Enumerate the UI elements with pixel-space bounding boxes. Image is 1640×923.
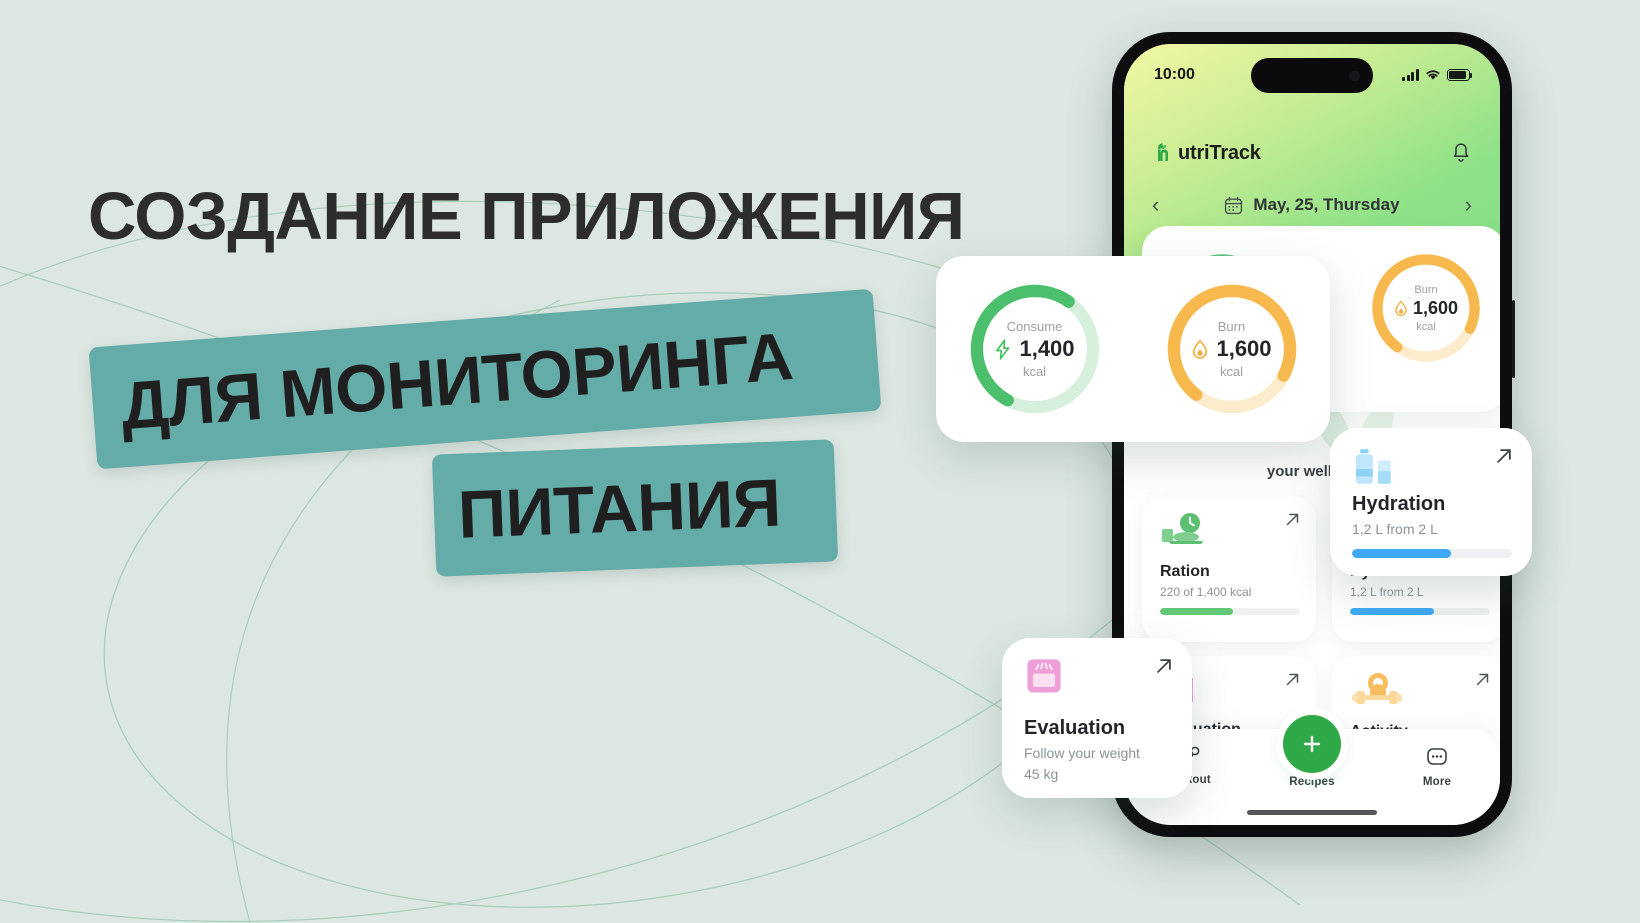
water-bottle-icon [1356,449,1391,484]
mini-card-subtitle: 1,2 L from 2 L [1350,585,1424,599]
burn-label: Burn [1217,319,1246,334]
arrow-up-right-icon[interactable] [1474,671,1491,688]
home-indicator [1247,810,1377,815]
mini-card-ration[interactable]: Ration 220 of 1,400 kcal [1142,496,1316,642]
burn-value-row: 1,600 [1191,336,1272,362]
floating-consume-ring: Consume 1,400 kcal [968,282,1102,416]
arrow-up-right-icon[interactable] [1494,446,1514,466]
date-text: May, 25, Thursday [1253,195,1400,214]
burn-value: 1,600 [1216,336,1272,361]
floating-card-subtitle: Follow your weight [1024,745,1140,761]
arrow-up-right-icon[interactable] [1284,671,1301,688]
floating-card-title: Hydration [1352,493,1446,515]
floating-card-weight: 45 kg [1024,766,1059,782]
plus-icon [1303,735,1321,753]
poster-headline-line1: СОЗДАНИЕ ПРИЛОЖЕНИЯ [88,179,965,254]
status-icons [1402,69,1473,81]
battery-icon [1447,69,1473,81]
floating-burn-ring: Burn 1,600 kcal [1165,282,1299,416]
burn-ring: Burn 1,600 kcal [1370,252,1482,364]
floating-hydration-card[interactable]: Hydration 1,2 L from 2 L [1330,428,1532,576]
date-navigator: ‹ May, 25, Thursday › [1124,190,1500,220]
burn-unit: kcal [1219,364,1244,379]
ellipsis-more-icon [1427,748,1447,765]
next-day-button[interactable]: › [1465,194,1472,216]
poster-headline-band-2: ПИТАНИЯ [431,439,839,577]
hydration-progress-bar [1352,549,1512,558]
wifi-icon [1426,70,1440,80]
mini-card-progress [1160,608,1300,615]
consume-unit: kcal [1022,364,1047,379]
flame-drop-icon [1395,299,1407,316]
mini-card-title: Ration [1160,563,1210,580]
brand-name: utriTrack [1178,141,1261,164]
kettlebell-dumbbell-icon [1352,673,1402,704]
scale-icon [1027,659,1061,693]
floating-card-title: Evaluation [1024,717,1126,739]
burn-value-row: 1,600 [1394,298,1458,319]
arrow-up-right-icon[interactable] [1154,656,1174,676]
poster-canvas: СОЗДАНИЕ ПРИЛОЖЕНИЯ ДЛЯ МОНИТОРИНГА ПИТА… [0,0,1640,923]
burn-label: Burn [1414,283,1438,296]
poster-headline-line3: ПИТАНИЯ [456,464,782,553]
cellular-signal-icon [1402,69,1419,81]
leaf-n-logo-icon [1157,143,1168,161]
floating-card-subtitle: 1,2 L from 2 L [1352,521,1438,537]
consume-label: Consume [1006,319,1063,334]
brand-logo: utriTrack [1152,140,1261,166]
tab-more[interactable]: More [1400,745,1474,788]
tab-label: Recipes [1289,776,1335,788]
consume-value-row: 1,400 [994,336,1075,362]
arrow-up-right-icon[interactable] [1284,511,1301,528]
tab-label: More [1422,776,1452,788]
mini-card-progress [1350,608,1490,615]
mini-card-subtitle: 220 of 1,400 kcal [1160,585,1252,599]
meal-clock-icon [1162,513,1203,544]
consume-value: 1,400 [1019,336,1075,361]
calendar-icon [1225,196,1243,214]
prev-day-button[interactable]: ‹ [1152,194,1159,216]
lightning-bolt-icon [996,338,1010,360]
burn-value: 1,600 [1412,297,1459,318]
burn-unit: kcal [1416,320,1436,333]
status-bar: 10:00 [1124,62,1500,88]
flame-drop-icon [1193,338,1208,359]
status-time: 10:00 [1154,66,1195,83]
floating-calorie-rings-card[interactable]: Consume 1,400 kcal Burn 1,600 kcal [936,256,1330,442]
add-entry-fab[interactable] [1283,715,1341,773]
bell-icon[interactable] [1450,141,1472,165]
current-date[interactable]: May, 25, Thursday [1224,195,1400,215]
floating-evaluation-card[interactable]: Evaluation Follow your weight 45 kg [1002,638,1192,798]
app-header: utriTrack [1124,136,1500,170]
